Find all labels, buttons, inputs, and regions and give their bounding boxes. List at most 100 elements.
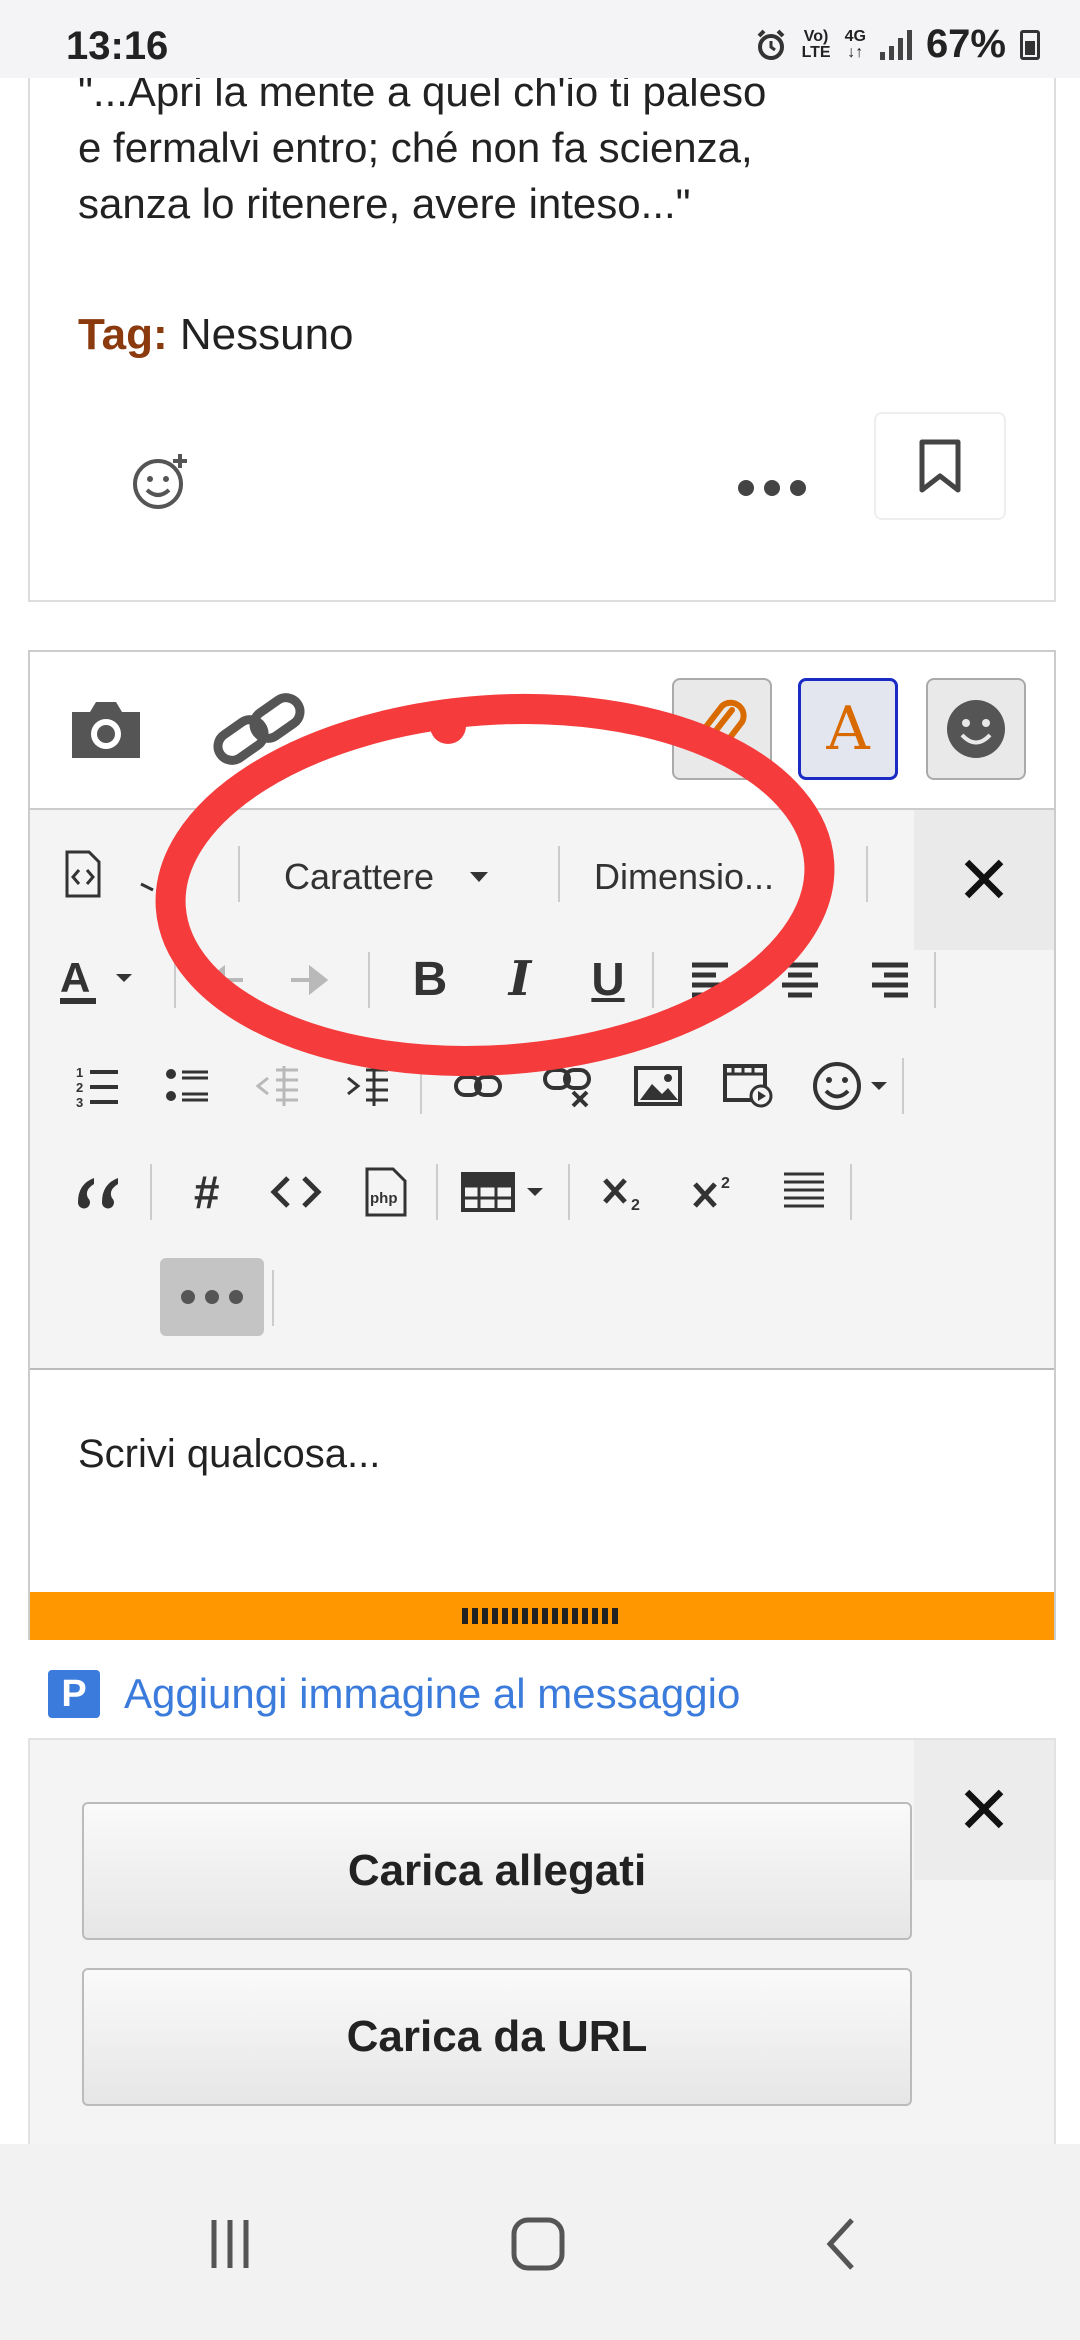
subscript-button[interactable]: 2 bbox=[594, 1162, 654, 1222]
subscript-icon: 2 bbox=[603, 1178, 640, 1212]
smiley-icon bbox=[813, 1062, 887, 1110]
align-left-icon bbox=[692, 962, 728, 998]
bullet-list-button[interactable] bbox=[160, 1056, 216, 1116]
close-attachments-button[interactable]: ✕ bbox=[914, 1740, 1054, 1880]
undo-icon bbox=[205, 965, 243, 995]
close-toolbar-button[interactable]: ✕ bbox=[914, 810, 1054, 950]
indent-button[interactable] bbox=[340, 1056, 396, 1116]
svg-text:2: 2 bbox=[76, 1080, 83, 1095]
toolbar-divider bbox=[866, 846, 868, 902]
hashtag-button[interactable]: # bbox=[176, 1162, 236, 1222]
add-image-link[interactable]: P Aggiungi immagine al messaggio bbox=[48, 1670, 740, 1718]
numbered-list-button[interactable]: 123 bbox=[70, 1056, 126, 1116]
text-color-button[interactable]: A bbox=[58, 950, 138, 1010]
more-tools-button[interactable] bbox=[160, 1258, 264, 1336]
insert-image-button[interactable] bbox=[628, 1056, 688, 1116]
signal-icon bbox=[879, 29, 912, 60]
quote-button[interactable] bbox=[70, 1162, 126, 1222]
quote-line: sanza lo ritenere, avere inteso..." bbox=[78, 180, 691, 227]
reply-editor: A Carattere Dimensio... ✕ A B I U 1 2 3 … bbox=[28, 650, 1056, 1640]
underline-button[interactable]: U bbox=[578, 946, 638, 1012]
battery-icon bbox=[1020, 29, 1040, 60]
status-icons: Vo) LTE 4G ↓↑ 67% bbox=[754, 22, 1040, 67]
bold-button[interactable]: B bbox=[400, 946, 460, 1012]
outdent-icon bbox=[256, 1066, 298, 1106]
camera-button[interactable] bbox=[66, 696, 146, 767]
more-options-button[interactable] bbox=[738, 480, 806, 496]
status-bar: 13:16 Vo) LTE 4G ↓↑ 67% bbox=[0, 0, 1080, 78]
recent-apps-button[interactable] bbox=[200, 2216, 260, 2277]
add-reaction-button[interactable] bbox=[130, 450, 194, 514]
quote-line: e fermalvi entro; ché non fa scienza, bbox=[78, 124, 753, 171]
toolbar-divider bbox=[368, 952, 370, 1008]
emoji-button[interactable] bbox=[926, 678, 1026, 780]
editor-resize-handle[interactable] bbox=[30, 1592, 1054, 1640]
formatting-toolbar: Carattere Dimensio... ✕ A B I U 1 2 3 # … bbox=[30, 810, 1054, 1370]
chevron-down-icon bbox=[470, 872, 489, 882]
insert-smiley-button[interactable] bbox=[808, 1056, 898, 1116]
table-icon bbox=[461, 1172, 543, 1212]
align-right-icon bbox=[872, 962, 908, 998]
image-icon bbox=[634, 1066, 682, 1106]
back-button[interactable] bbox=[822, 2216, 862, 2277]
text-format-button[interactable]: A bbox=[798, 678, 898, 780]
code-button[interactable] bbox=[266, 1162, 326, 1222]
svg-text:A: A bbox=[60, 954, 90, 1001]
close-icon: ✕ bbox=[956, 1773, 1012, 1847]
svg-text:php: php bbox=[370, 1190, 398, 1207]
redo-icon bbox=[291, 965, 329, 995]
align-right-button[interactable] bbox=[862, 950, 918, 1010]
numbered-list-icon: 123 bbox=[76, 1065, 118, 1108]
post-card: "...Apri la mente a quel ch'io ti paleso… bbox=[28, 40, 1056, 602]
message-textarea[interactable]: Scrivi qualcosa... bbox=[30, 1370, 1054, 1592]
redo-button[interactable] bbox=[284, 950, 334, 1010]
superscript-button[interactable]: 2 bbox=[684, 1162, 744, 1222]
upload-attachments-button[interactable]: Carica allegati bbox=[82, 1802, 912, 1940]
attach-button[interactable] bbox=[672, 678, 772, 780]
close-icon: ✕ bbox=[956, 843, 1012, 917]
remove-link-button[interactable] bbox=[538, 1056, 598, 1116]
paperclip-icon bbox=[699, 699, 747, 753]
quote-icon bbox=[77, 1178, 118, 1209]
message-placeholder: Scrivi qualcosa... bbox=[78, 1432, 381, 1476]
insert-link-button[interactable] bbox=[448, 1056, 508, 1116]
post-tags: Tag: Nessuno bbox=[78, 310, 354, 360]
toolbar-divider bbox=[272, 1270, 274, 1326]
hashtag-icon: # bbox=[193, 1166, 219, 1218]
upload-from-url-button[interactable]: Carica da URL bbox=[82, 1968, 912, 2106]
toolbar-divider bbox=[902, 1058, 904, 1114]
source-code-button[interactable] bbox=[58, 844, 108, 904]
font-size-dropdown[interactable]: Dimensio... bbox=[594, 856, 829, 898]
outdent-button[interactable] bbox=[250, 1056, 306, 1116]
data-indicator: 4G ↓↑ bbox=[844, 27, 866, 61]
undo-button[interactable] bbox=[200, 950, 250, 1010]
toolbar-divider bbox=[652, 952, 654, 1008]
php-button[interactable]: php bbox=[356, 1162, 416, 1222]
source-icon bbox=[65, 850, 101, 898]
italic-button[interactable]: I bbox=[490, 946, 550, 1012]
link-icon bbox=[454, 1075, 502, 1097]
align-left-button[interactable] bbox=[682, 950, 738, 1010]
tag-value: Nessuno bbox=[179, 310, 354, 359]
home-icon bbox=[511, 2217, 565, 2271]
home-button[interactable] bbox=[510, 2216, 566, 2277]
toolbar-divider bbox=[850, 1164, 852, 1220]
text-format-icon: A bbox=[826, 694, 870, 764]
camera-icon bbox=[72, 702, 140, 758]
svg-text:2: 2 bbox=[631, 1197, 640, 1212]
bookmark-button[interactable] bbox=[874, 412, 1006, 520]
battery-percent: 67% bbox=[925, 22, 1006, 66]
insert-table-button[interactable] bbox=[458, 1162, 554, 1222]
insert-media-button[interactable] bbox=[718, 1056, 778, 1116]
bullet-list-icon bbox=[166, 1069, 208, 1102]
link-icon bbox=[213, 693, 305, 765]
align-center-icon bbox=[782, 962, 818, 998]
toolbar-divider bbox=[934, 952, 936, 1008]
font-family-dropdown[interactable]: Carattere bbox=[284, 856, 489, 898]
text-color-icon: A bbox=[60, 954, 132, 1004]
align-center-button[interactable] bbox=[772, 950, 828, 1010]
link-button[interactable] bbox=[210, 692, 310, 777]
horizontal-rule-button[interactable] bbox=[774, 1162, 834, 1222]
remove-format-button[interactable] bbox=[130, 844, 170, 904]
font-size-label: Dimensio... bbox=[594, 856, 775, 897]
